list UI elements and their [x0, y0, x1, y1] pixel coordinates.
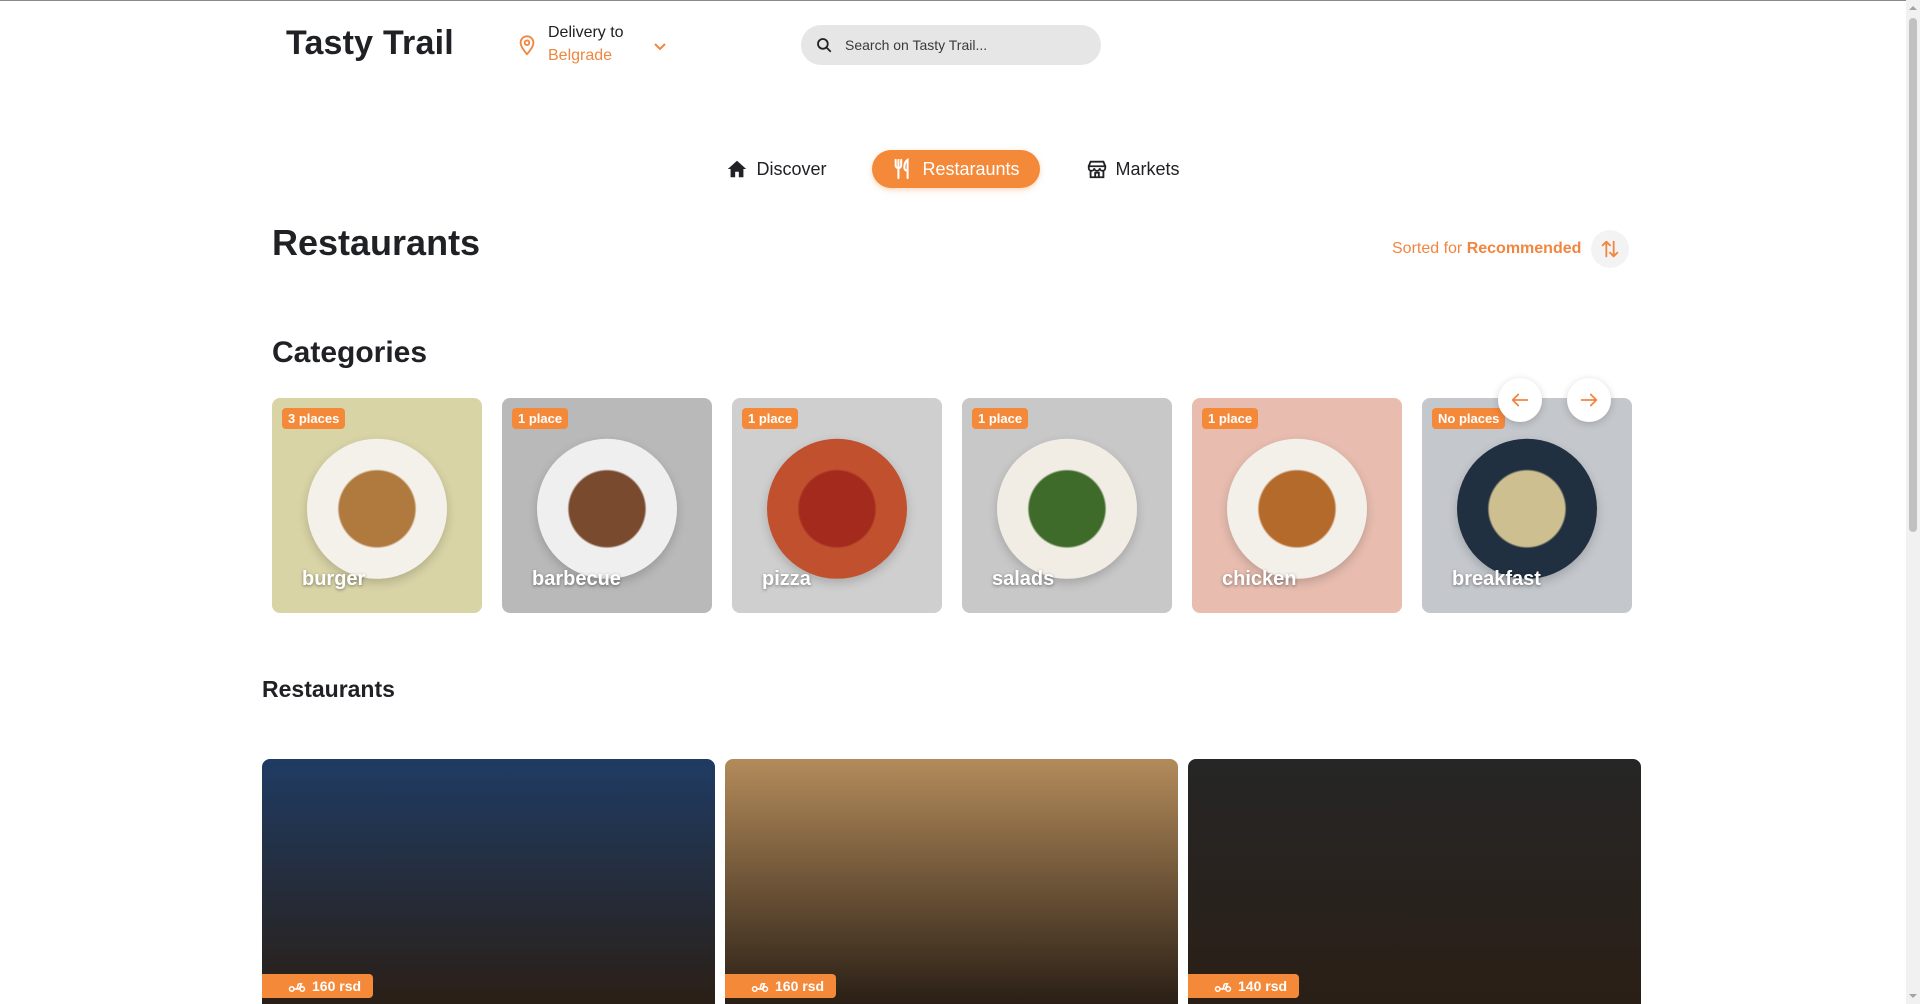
- sort-prefix: Sorted for: [1392, 240, 1467, 257]
- category-card-chicken[interactable]: 1 place chicken: [1192, 398, 1402, 613]
- category-badge: No places: [1432, 408, 1506, 429]
- site-logo[interactable]: Tasty Trail: [286, 24, 454, 63]
- scooter-icon: [1214, 983, 1232, 992]
- sort-label: Sorted for Recommended: [1392, 240, 1581, 258]
- delivery-label: Delivery to: [548, 24, 624, 41]
- search-input[interactable]: [843, 36, 1087, 54]
- arrow-left-icon: [1511, 393, 1529, 407]
- category-image: [767, 438, 907, 579]
- restaurant-card[interactable]: 140 rsd: [1188, 759, 1641, 1004]
- arrow-right-icon: [1580, 393, 1598, 407]
- tab-restaurants-label: Restaraunts: [922, 158, 1020, 179]
- delivery-fee: 160 rsd: [775, 978, 825, 994]
- fork-knife-icon: [895, 158, 910, 180]
- search-icon: [817, 38, 832, 53]
- page-title: Restaurants: [272, 222, 481, 263]
- category-image: [537, 438, 677, 579]
- categories-heading: Categories: [272, 336, 428, 369]
- category-card-breakfast[interactable]: No places breakfast: [1422, 398, 1632, 613]
- sort-arrows-icon: [1602, 240, 1619, 258]
- category-image: [997, 438, 1137, 579]
- scooter-icon: [288, 983, 306, 992]
- delivery-location-selector[interactable]: Delivery to Belgrade: [516, 22, 668, 68]
- category-name: chicken: [1222, 568, 1297, 590]
- category-image: [1227, 438, 1367, 579]
- category-badge: 1 place: [972, 408, 1029, 429]
- restaurant-card[interactable]: 160 rsd: [725, 759, 1178, 1004]
- scrollbar-thumb[interactable]: [1909, 18, 1917, 532]
- category-name: barbecue: [532, 568, 621, 590]
- category-card-salads[interactable]: 1 place salads: [962, 398, 1172, 613]
- category-image: [1457, 438, 1597, 579]
- delivery-fee-badge: 160 rsd: [262, 974, 374, 998]
- delivery-fee-badge: 140 rsd: [1188, 974, 1300, 998]
- tab-markets-label: Markets: [1115, 158, 1180, 179]
- vertical-scrollbar[interactable]: [1906, 0, 1920, 1004]
- category-card-pizza[interactable]: 1 place pizza: [732, 398, 942, 613]
- category-name: breakfast: [1452, 568, 1541, 590]
- category-name: burger: [302, 568, 366, 590]
- category-name: salads: [992, 568, 1055, 590]
- sort-value: Recommended: [1466, 240, 1582, 257]
- tab-markets[interactable]: Markets: [1066, 150, 1200, 188]
- category-badge: 3 places: [282, 408, 346, 429]
- category-image: [307, 438, 447, 579]
- tab-discover-label: Discover: [756, 158, 827, 179]
- category-badge: 1 place: [742, 408, 799, 429]
- scroll-down-icon[interactable]: [1909, 992, 1917, 1000]
- carousel-next-button[interactable]: [1567, 378, 1611, 422]
- category-card-barbecue[interactable]: 1 place barbecue: [502, 398, 712, 613]
- window-top-border: [0, 0, 1920, 1]
- category-card-burger[interactable]: 3 places burger: [272, 398, 482, 613]
- tab-restaurants[interactable]: Restaraunts: [872, 150, 1040, 188]
- chevron-down-icon[interactable]: [652, 38, 668, 54]
- restaurants-list: 160 rsd 160 rsd 140 rsd: [262, 759, 1641, 1004]
- restaurants-section-heading: Restaurants: [262, 676, 395, 702]
- category-badge: 1 place: [1202, 408, 1259, 429]
- restaurant-card[interactable]: 160 rsd: [262, 759, 715, 1004]
- delivery-city: Belgrade: [548, 47, 613, 64]
- carousel-prev-button[interactable]: [1498, 378, 1542, 422]
- search-bar[interactable]: [801, 25, 1101, 65]
- delivery-fee: 140 rsd: [1238, 978, 1288, 994]
- delivery-fee: 160 rsd: [312, 978, 362, 994]
- tab-discover[interactable]: Discover: [706, 150, 846, 188]
- main-nav-tabs: Discover Restaraunts Markets: [0, 150, 1906, 188]
- category-badge: 1 place: [512, 408, 569, 429]
- store-icon: [1087, 160, 1106, 179]
- home-icon: [728, 160, 747, 178]
- categories-carousel: 3 places burger 1 place barbecue 1 place…: [272, 398, 1632, 613]
- category-name: pizza: [762, 568, 811, 590]
- sort-button[interactable]: [1591, 230, 1630, 268]
- scroll-up-icon[interactable]: [1909, 4, 1917, 12]
- location-pin-icon: [519, 35, 535, 56]
- delivery-fee-badge: 160 rsd: [725, 974, 837, 998]
- sort-control[interactable]: Sorted for Recommended: [1392, 230, 1630, 268]
- scooter-icon: [751, 983, 769, 992]
